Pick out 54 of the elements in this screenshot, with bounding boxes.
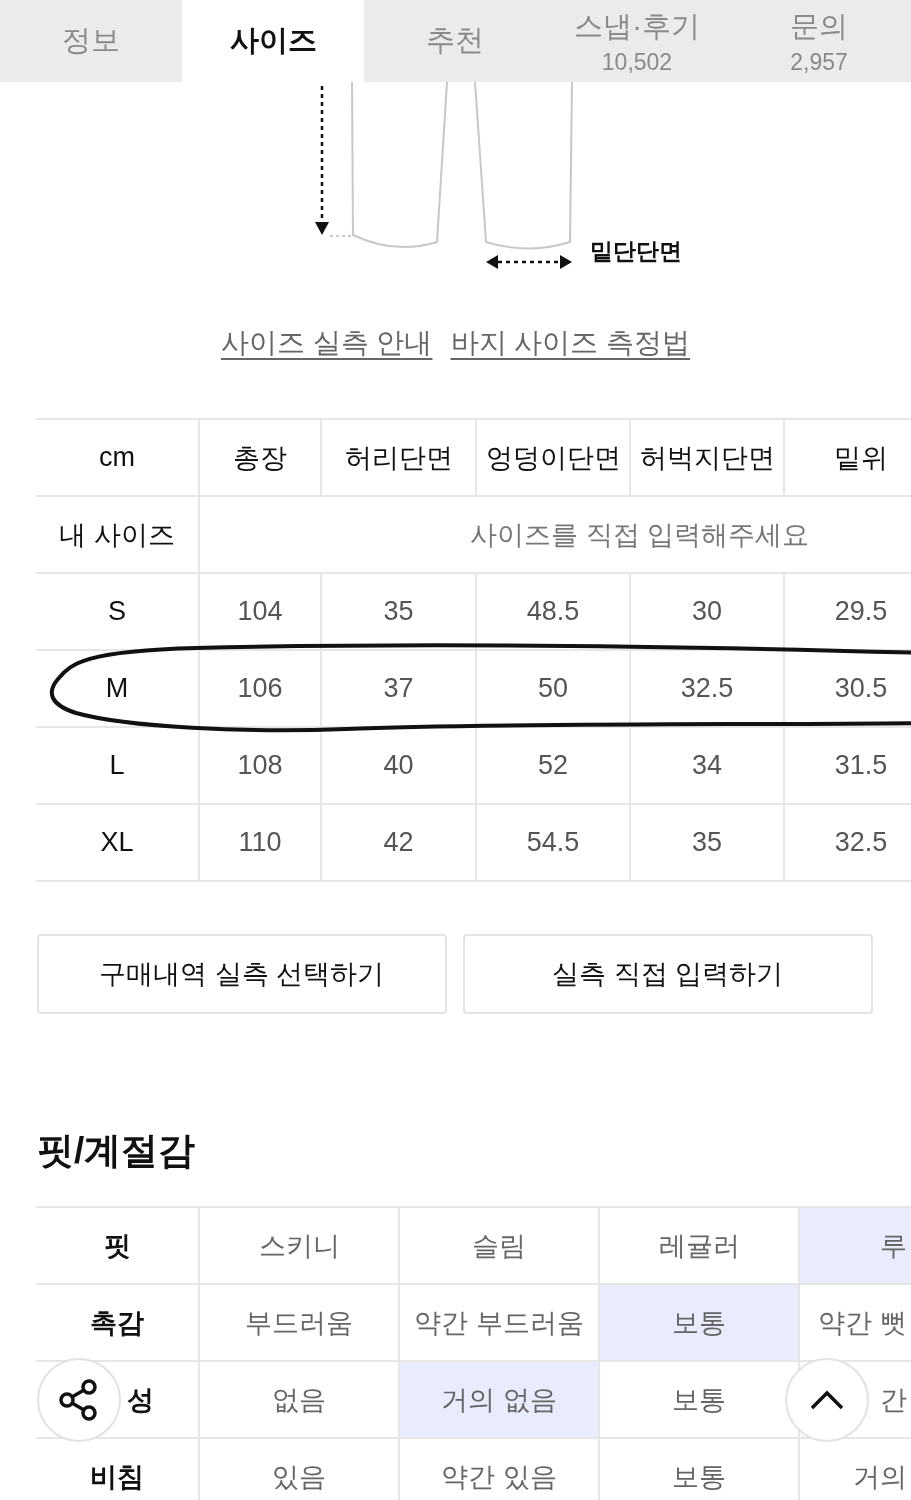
table-cell: 35: [631, 805, 785, 882]
table-cell: 42: [322, 805, 477, 882]
table-cell: 37: [322, 651, 477, 728]
row-label: 내 사이즈: [36, 497, 200, 574]
table-cell: 29.5: [785, 574, 911, 651]
column-header: 허벅지단면: [631, 420, 785, 497]
size-label: XL: [36, 805, 200, 882]
size-label: M: [36, 651, 200, 728]
table-cell: 50: [477, 651, 631, 728]
column-header: 밑위: [785, 420, 911, 497]
option-cell: 루: [800, 1208, 911, 1285]
guide-link[interactable]: 사이즈 실측 안내: [220, 324, 433, 364]
tab[interactable]: 사이즈: [182, 0, 364, 82]
column-header: cm: [36, 420, 200, 497]
chevron-up-icon: [810, 1390, 844, 1410]
option-cell: 슬림: [400, 1208, 600, 1285]
table-cell: 30.5: [785, 651, 911, 728]
size-label: S: [36, 574, 200, 651]
my-size-input[interactable]: 사이즈를 직접 입력해주세요: [200, 497, 911, 574]
tab[interactable]: 스냅·후기 10,502: [546, 0, 728, 82]
table-cell: 34: [631, 728, 785, 805]
size-label: L: [36, 728, 200, 805]
option-cell: 보통: [600, 1439, 800, 1500]
row-label: 핏: [36, 1208, 200, 1285]
table-cell: 52: [477, 728, 631, 805]
table-cell: 31.5: [785, 728, 911, 805]
action-button[interactable]: 실측 직접 입력하기: [463, 934, 873, 1014]
column-header: 엉덩이단면: [477, 420, 631, 497]
option-cell: 부드러움: [200, 1285, 400, 1362]
table-cell: 108: [200, 728, 322, 805]
column-header: 허리단면: [322, 420, 477, 497]
option-cell: 스키니: [200, 1208, 400, 1285]
table-cell: 54.5: [477, 805, 631, 882]
option-cell: 있음: [200, 1439, 400, 1500]
table-cell: 48.5: [477, 574, 631, 651]
table-cell: 30: [631, 574, 785, 651]
action-button[interactable]: 구매내역 실측 선택하기: [37, 934, 447, 1014]
table-cell: 110: [200, 805, 322, 882]
option-cell: 거의 없음: [400, 1362, 600, 1439]
option-cell: 보통: [600, 1285, 800, 1362]
diagram-label: 밑단단면: [590, 237, 682, 266]
section-title: 핏/계절감: [37, 1129, 197, 1173]
guide-link[interactable]: 바지 사이즈 측정법: [450, 324, 691, 364]
tab[interactable]: 문의 2,957: [728, 0, 910, 82]
tab[interactable]: 추천: [364, 0, 546, 82]
table-cell: 104: [200, 574, 322, 651]
table-cell: 32.5: [785, 805, 911, 882]
table-cell: 106: [200, 651, 322, 728]
table-cell: 40: [322, 728, 477, 805]
option-cell: 약간 있음: [400, 1439, 600, 1500]
tab[interactable]: 정보: [0, 0, 182, 82]
table-cell: 35: [322, 574, 477, 651]
column-header: 총장: [200, 420, 322, 497]
table-cell: 32.5: [631, 651, 785, 728]
